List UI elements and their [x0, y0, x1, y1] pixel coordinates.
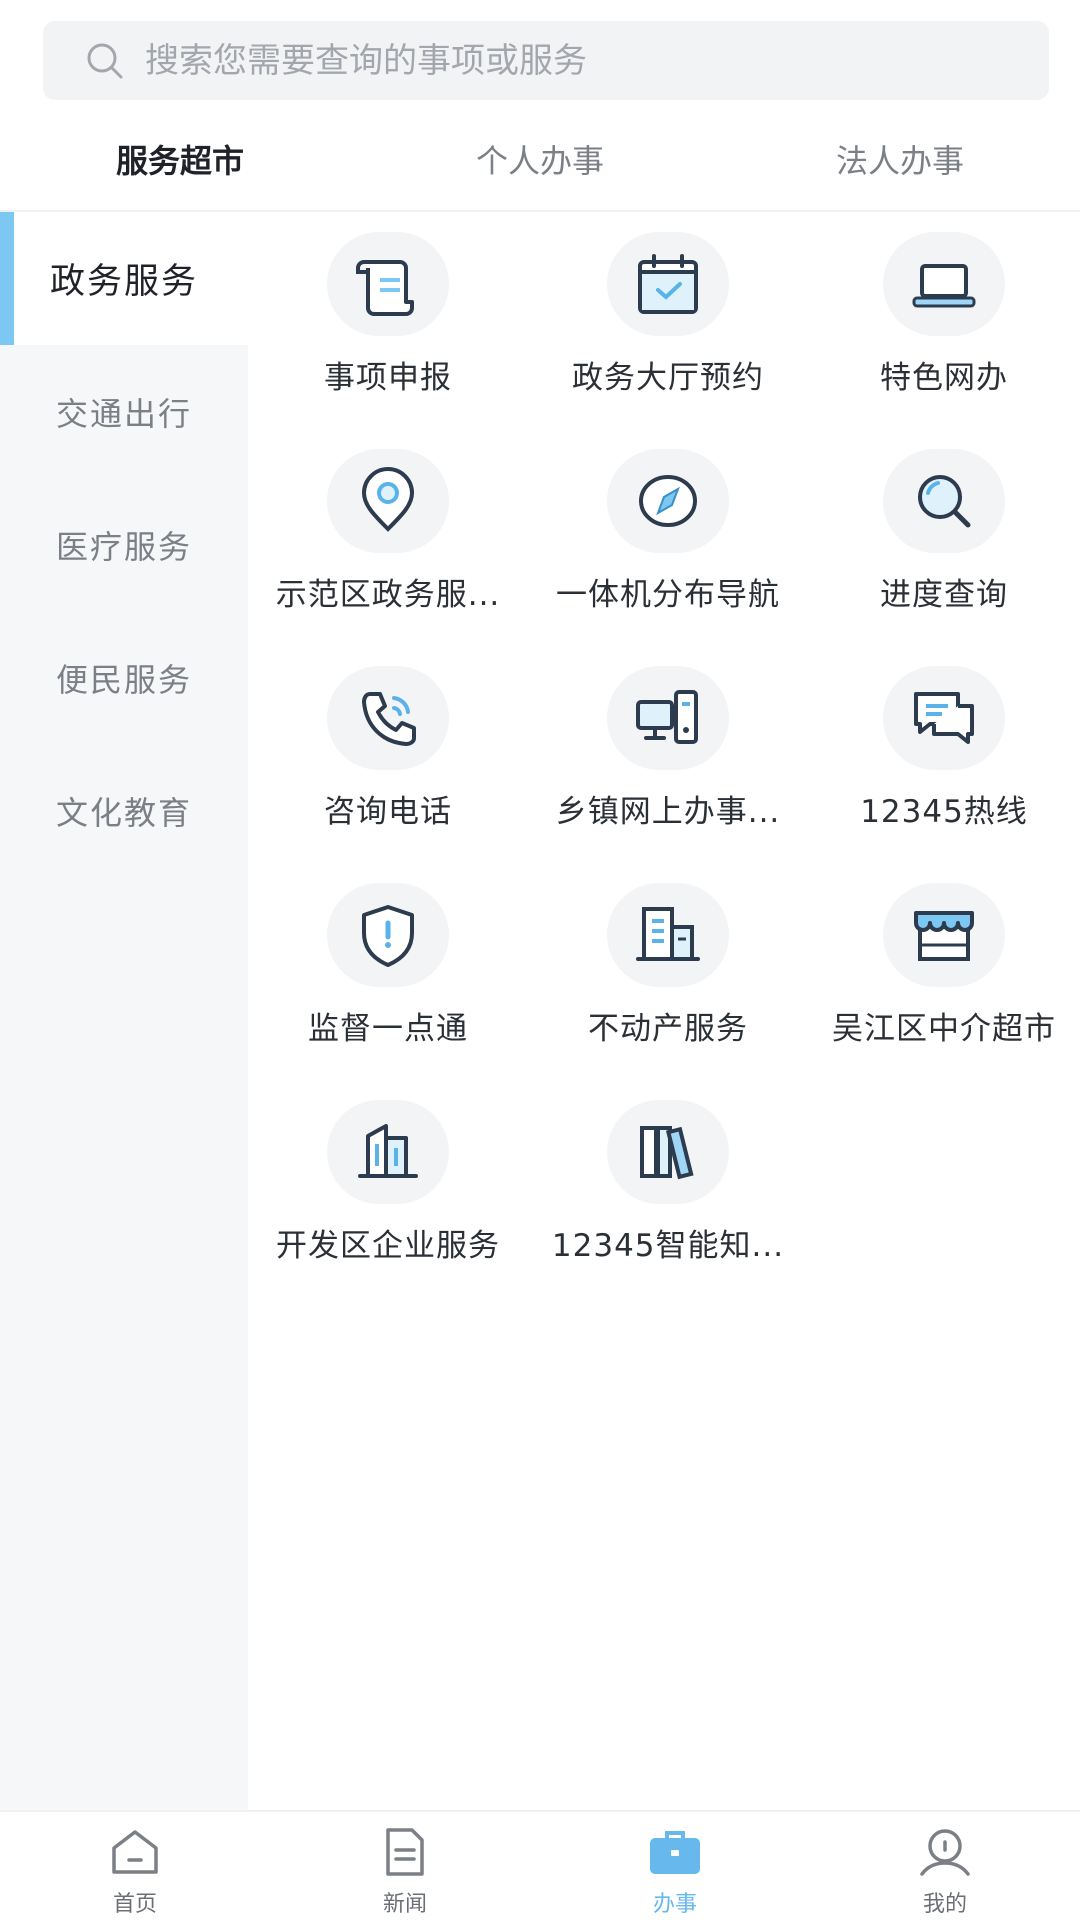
- search-input[interactable]: [145, 40, 965, 81]
- store-icon: [914, 911, 974, 961]
- service-icon-circle: [327, 666, 449, 770]
- briefcase-icon: [650, 1831, 700, 1874]
- bottom-navigation: 首页 新闻 办事 我的: [0, 1810, 1080, 1920]
- search-bar[interactable]: [43, 21, 1049, 100]
- sidebar-item-convenience[interactable]: 便民服务: [0, 611, 248, 744]
- tab-corporate-affairs[interactable]: 法人办事: [720, 108, 1080, 210]
- category-sidebar: 政务服务 交通出行 医疗服务 便民服务 文化教育: [0, 212, 248, 1810]
- tab-service-market[interactable]: 服务超市: [0, 108, 360, 210]
- service-icon-circle: [607, 883, 729, 987]
- service-label: 咨询电话: [324, 794, 452, 830]
- computer-icon: [636, 690, 698, 744]
- service-item[interactable]: 政务大厅预约: [528, 232, 808, 449]
- service-item[interactable]: 进度查询: [808, 449, 1080, 666]
- service-label: 乡镇网上办事...: [555, 794, 781, 830]
- top-tabs: 服务超市 个人办事 法人办事: [0, 108, 1080, 212]
- service-label: 开发区企业服务: [276, 1228, 500, 1264]
- books-icon: [640, 1126, 694, 1180]
- service-item[interactable]: 示范区政务服...: [248, 449, 528, 666]
- service-item[interactable]: 咨询电话: [248, 666, 528, 883]
- service-icon-circle: [327, 232, 449, 336]
- service-item[interactable]: 特色网办: [808, 232, 1080, 449]
- service-label: 特色网办: [880, 360, 1008, 396]
- sidebar-item-government-services[interactable]: 政务服务: [0, 212, 248, 345]
- sidebar-item-medical[interactable]: 医疗服务: [0, 478, 248, 611]
- service-label: 事项申报: [324, 360, 452, 396]
- user-icon: [920, 1829, 970, 1876]
- location-pin-icon: [361, 467, 415, 532]
- service-icon-circle: [327, 883, 449, 987]
- service-item[interactable]: 吴江区中介超市: [808, 883, 1080, 1100]
- search-icon: [87, 43, 123, 78]
- service-item[interactable]: 开发区企业服务: [248, 1100, 528, 1317]
- laptop-icon: [912, 264, 976, 308]
- service-item[interactable]: 一体机分布导航: [528, 449, 808, 666]
- page: 服务超市 个人办事 法人办事 政务服务 交通出行 医疗服务 便民服务 文化教育 …: [0, 0, 1080, 1920]
- chat-icon: [914, 692, 974, 744]
- shield-icon: [362, 905, 414, 967]
- service-label: 示范区政务服...: [275, 577, 501, 613]
- nav-label: 首页: [112, 1892, 157, 1917]
- service-icon-circle: [327, 449, 449, 553]
- building-icon: [636, 907, 700, 961]
- service-grid: 事项申报 政务大厅预约 特色网办 示范区政务服... 一体机分布导航 进度查询 …: [248, 232, 1080, 1317]
- service-item[interactable]: 监督一点通: [248, 883, 528, 1100]
- service-label: 政务大厅预约: [572, 360, 764, 396]
- compass-icon: [639, 475, 697, 527]
- service-item[interactable]: 12345热线: [808, 666, 1080, 883]
- service-icon-circle: [607, 1100, 729, 1204]
- nav-mine[interactable]: 我的: [810, 1812, 1080, 1920]
- nav-home[interactable]: 首页: [0, 1812, 270, 1920]
- service-item[interactable]: 事项申报: [248, 232, 528, 449]
- service-icon-circle: [607, 449, 729, 553]
- service-icon-circle: [327, 1100, 449, 1204]
- nav-label: 新闻: [382, 1892, 427, 1917]
- scroll-icon: [356, 260, 414, 316]
- phone-icon: [362, 692, 416, 746]
- tab-personal-affairs[interactable]: 个人办事: [360, 108, 720, 210]
- service-icon-circle: [883, 449, 1005, 553]
- service-item[interactable]: 不动产服务: [528, 883, 808, 1100]
- service-label: 吴江区中介超市: [832, 1011, 1056, 1047]
- sidebar-item-transportation[interactable]: 交通出行: [0, 345, 248, 478]
- service-icon-circle: [607, 232, 729, 336]
- service-label: 进度查询: [880, 577, 1008, 613]
- office-tower-icon: [358, 1124, 418, 1178]
- service-label: 12345智能知...: [551, 1228, 785, 1264]
- nav-affairs[interactable]: 办事: [540, 1812, 810, 1920]
- document-icon: [386, 1828, 424, 1876]
- service-item[interactable]: 12345智能知...: [528, 1100, 808, 1317]
- service-icon-circle: [607, 666, 729, 770]
- service-icon-circle: [883, 883, 1005, 987]
- service-label: 不动产服务: [588, 1011, 748, 1047]
- nav-news[interactable]: 新闻: [270, 1812, 540, 1920]
- service-label: 监督一点通: [308, 1011, 468, 1047]
- service-icon-circle: [883, 666, 1005, 770]
- nav-label: 办事: [652, 1892, 697, 1917]
- service-item[interactable]: 乡镇网上办事...: [528, 666, 808, 883]
- service-label: 一体机分布导航: [556, 577, 780, 613]
- magnifier-icon: [918, 475, 971, 528]
- calendar-icon: [638, 254, 698, 314]
- service-label: 12345热线: [860, 794, 1028, 830]
- service-icon-circle: [883, 232, 1005, 336]
- home-icon: [112, 1830, 158, 1874]
- sidebar-item-culture-education[interactable]: 文化教育: [0, 744, 248, 877]
- nav-label: 我的: [922, 1892, 967, 1917]
